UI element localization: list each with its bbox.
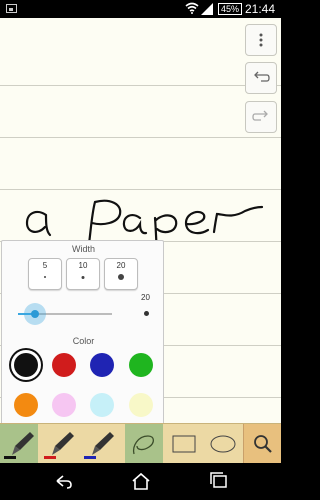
rectangle-tool[interactable] xyxy=(165,424,203,464)
width-preview-dot xyxy=(118,274,124,280)
redo-button[interactable] xyxy=(245,101,277,133)
pen-tool-red[interactable] xyxy=(40,424,78,464)
width-preset-5-button[interactable]: 5 xyxy=(28,258,62,290)
recent-apps-icon[interactable] xyxy=(208,471,230,491)
width-preview-dot xyxy=(44,276,46,278)
pen-tool-black[interactable] xyxy=(0,424,38,464)
color-swatch-black[interactable] xyxy=(14,353,38,377)
search-icon xyxy=(253,435,272,453)
width-label: Width xyxy=(71,244,95,254)
wifi-icon xyxy=(185,2,199,14)
home-icon[interactable] xyxy=(130,471,152,491)
drawing-toolbar xyxy=(0,423,281,464)
color-swatch-light-yellow[interactable] xyxy=(129,393,153,417)
pen-tool-blue[interactable] xyxy=(80,424,118,464)
color-swatch-red[interactable] xyxy=(52,353,76,377)
width-slider-preview-dot xyxy=(144,311,149,316)
signal-icon xyxy=(201,3,213,15)
width-preset-label: 10 xyxy=(78,261,88,270)
pen-icon xyxy=(4,432,34,459)
ellipse-tool[interactable] xyxy=(204,424,242,464)
more-vert-icon xyxy=(259,33,263,47)
ellipse-icon xyxy=(210,435,236,453)
width-slider-thumb[interactable] xyxy=(23,303,46,325)
color-swatch-pink[interactable] xyxy=(52,393,76,417)
system-nav-bar xyxy=(0,463,281,500)
image-notification-icon xyxy=(6,4,17,13)
clock: 21:44 xyxy=(244,2,275,16)
search-tool[interactable] xyxy=(243,424,281,464)
lasso-tool[interactable] xyxy=(125,424,163,464)
color-swatch-light-blue[interactable] xyxy=(90,393,114,417)
color-swatch-blue[interactable] xyxy=(90,353,114,377)
pen-settings-popup: Width 5 10 20 20 Color xyxy=(1,240,164,425)
width-preset-label: 5 xyxy=(42,261,48,270)
width-preset-10-button[interactable]: 10 xyxy=(66,258,100,290)
width-preset-20-button[interactable]: 20 xyxy=(104,258,138,290)
status-bar: 45% 21:44 xyxy=(0,0,281,18)
width-preset-label: 20 xyxy=(116,261,126,270)
handwriting-strokes xyxy=(25,199,264,253)
redo-icon xyxy=(252,110,268,121)
pen-icon xyxy=(84,432,114,459)
undo-icon xyxy=(254,71,270,82)
pen-icon xyxy=(44,432,74,459)
more-options-button[interactable] xyxy=(245,24,277,56)
color-swatch-orange[interactable] xyxy=(14,393,38,417)
color-label: Color xyxy=(72,336,95,346)
back-icon[interactable] xyxy=(53,471,75,491)
battery-icon: 45% xyxy=(218,3,243,15)
width-preview-dot xyxy=(81,276,85,279)
undo-button[interactable] xyxy=(245,62,277,94)
width-slider-value: 20 xyxy=(141,293,150,302)
rectangle-icon xyxy=(172,435,196,453)
color-swatch-green[interactable] xyxy=(129,353,153,377)
lasso-icon xyxy=(132,435,155,455)
